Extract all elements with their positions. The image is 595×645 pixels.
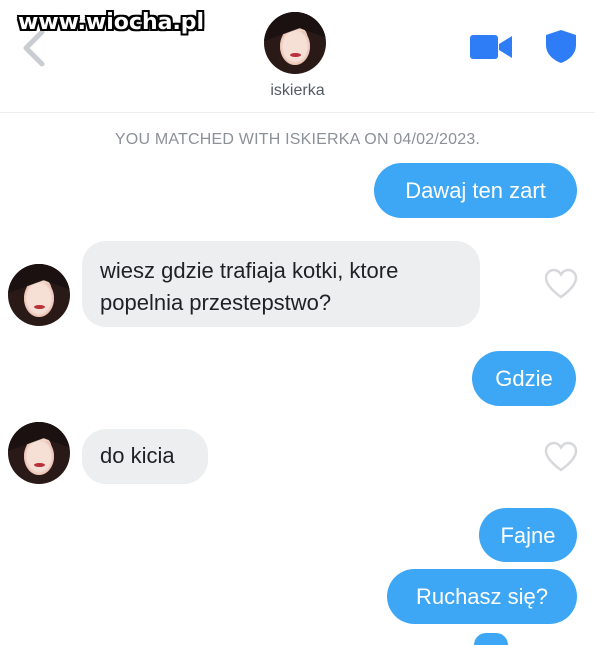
sender-avatar[interactable] (8, 264, 70, 326)
like-heart-icon[interactable] (544, 441, 578, 473)
message-incoming[interactable]: wiesz gdzie trafiaja kotki, ktore popeln… (82, 241, 480, 327)
message-outgoing[interactable]: Ruchasz się? (387, 569, 577, 624)
header-avatar[interactable] (264, 12, 326, 74)
like-heart-icon[interactable] (544, 268, 578, 300)
message-text: do kicia (100, 443, 175, 468)
message-incoming[interactable]: do kicia (82, 429, 208, 484)
message-outgoing[interactable]: Fajne (479, 508, 577, 562)
message-text: Fajne (500, 523, 556, 548)
video-camera-icon[interactable] (469, 33, 513, 61)
chat-header: www.wiocha.pl iskierka (0, 0, 595, 113)
message-text-line-2: popelnia przestepstwo? (100, 290, 332, 315)
sender-avatar[interactable] (8, 422, 70, 484)
match-name[interactable]: iskierka (0, 82, 595, 100)
partial-outgoing-indicator (474, 633, 508, 645)
message-text: Ruchasz się? (415, 584, 549, 609)
match-notice: YOU MATCHED WITH ISKIERKA ON 04/02/2023. (114, 131, 481, 148)
shield-icon[interactable] (543, 28, 579, 64)
message-text: Dawaj ten zart (405, 178, 546, 203)
message-outgoing[interactable]: Gdzie (472, 351, 576, 406)
message-text-line-1: wiesz gdzie trafiaja kotki, ktore (100, 258, 399, 283)
message-outgoing[interactable]: Dawaj ten zart (374, 163, 577, 218)
watermark-text: www.wiocha.pl (18, 10, 205, 35)
message-text: Gdzie (495, 366, 553, 391)
